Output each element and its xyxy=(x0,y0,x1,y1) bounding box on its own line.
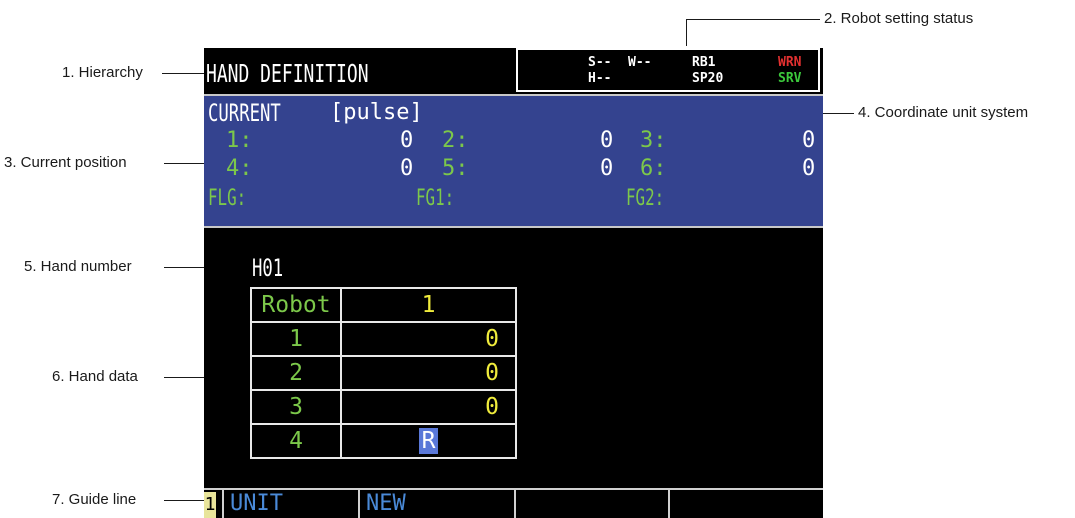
guide-slot-3-button[interactable] xyxy=(514,490,668,518)
hand-row-robot: Robot 1 xyxy=(250,287,517,323)
hand-row-label: Robot xyxy=(250,287,342,323)
axis-2-label: 2: xyxy=(442,128,469,153)
callout-hierarchy: 1. Hierarchy xyxy=(62,64,143,81)
status-robot: RB1 xyxy=(692,55,716,70)
guide-page-indicator: 1 xyxy=(204,492,216,518)
hand-row-value[interactable]: 0 xyxy=(340,321,517,357)
axis-1-value: 0 xyxy=(400,128,414,153)
status-warn: WRN xyxy=(778,55,802,70)
callout-coordinate-unit-system: 4. Coordinate unit system xyxy=(858,104,1029,121)
current-label: CURRENT xyxy=(208,99,281,127)
axis-3-label: 3: xyxy=(640,128,667,153)
robot-setting-status: S-- W-- H-- RB1 SP20 WRN SRV xyxy=(516,48,820,92)
axis-4-value: 0 xyxy=(400,156,414,181)
guide-slot-4-button[interactable] xyxy=(668,490,823,518)
hand-row-label: 3 xyxy=(250,389,342,425)
status-w: W-- xyxy=(628,55,652,70)
hand-row-value[interactable]: R xyxy=(340,423,517,459)
callout-hand-number: 5. Hand number xyxy=(24,258,132,275)
axis-6-label: 6: xyxy=(640,156,667,181)
hand-row-value[interactable]: 1 xyxy=(340,287,517,323)
status-speed: SP20 xyxy=(692,71,724,86)
flag-fg1: FG1: xyxy=(416,186,455,211)
position-divider xyxy=(204,226,823,228)
axis-5-value: 0 xyxy=(600,156,614,181)
hand-row-label: 4 xyxy=(250,423,342,459)
hand-row-value[interactable]: 0 xyxy=(340,389,517,425)
callout-current-position: 3. Current position xyxy=(4,154,127,171)
callout-hierarchy-line xyxy=(162,73,204,74)
selected-cursor[interactable]: R xyxy=(418,427,439,454)
axis-5-label: 5: xyxy=(442,156,469,181)
guide-unit-button[interactable]: UNIT xyxy=(222,490,358,518)
guide-new-button[interactable]: NEW xyxy=(358,490,514,518)
flag-fg2: FG2: xyxy=(626,186,665,211)
status-h: H-- xyxy=(588,71,612,86)
callout-guide-line: 7. Guide line xyxy=(52,491,137,508)
axis-6-value: 0 xyxy=(802,156,816,181)
coordinate-unit: [pulse] xyxy=(330,100,423,125)
axis-1-label: 1: xyxy=(226,128,253,153)
pendant-screen: HAND DEFINITION S-- W-- H-- RB1 SP20 WRN… xyxy=(204,48,823,518)
hand-row-3: 3 0 xyxy=(250,389,517,425)
hand-row-2: 2 0 xyxy=(250,355,517,391)
callout-robot-setting-status-line-v xyxy=(686,19,687,46)
hand-row-value[interactable]: 0 xyxy=(340,355,517,391)
current-position-panel: CURRENT [pulse] 1: 0 2: 0 3: 0 4: 0 5: 0… xyxy=(204,96,823,226)
axis-4-label: 4: xyxy=(226,156,253,181)
status-servo: SRV xyxy=(778,71,802,86)
screen-title: HAND DEFINITION xyxy=(206,59,369,88)
axis-3-value: 0 xyxy=(802,128,816,153)
hand-row-label: 2 xyxy=(250,355,342,391)
flag-flg: FLG: xyxy=(208,186,247,211)
status-s: S-- xyxy=(588,55,612,70)
callout-guide-line-line xyxy=(164,500,204,501)
axis-2-value: 0 xyxy=(600,128,614,153)
hand-data-table: Robot 1 1 0 2 0 3 0 4 R xyxy=(250,287,517,459)
hand-row-4: 4 R xyxy=(250,423,517,459)
hand-number: H01 xyxy=(252,254,284,282)
callout-robot-setting-status-line-h xyxy=(686,19,820,20)
hand-row-1: 1 0 xyxy=(250,321,517,357)
guide-line: 1 UNIT NEW xyxy=(204,488,823,518)
callout-robot-setting-status: 2. Robot setting status xyxy=(824,10,974,27)
callout-current-position-line xyxy=(164,163,204,164)
hand-row-label: 1 xyxy=(250,321,342,357)
callout-hand-data: 6. Hand data xyxy=(52,368,138,385)
